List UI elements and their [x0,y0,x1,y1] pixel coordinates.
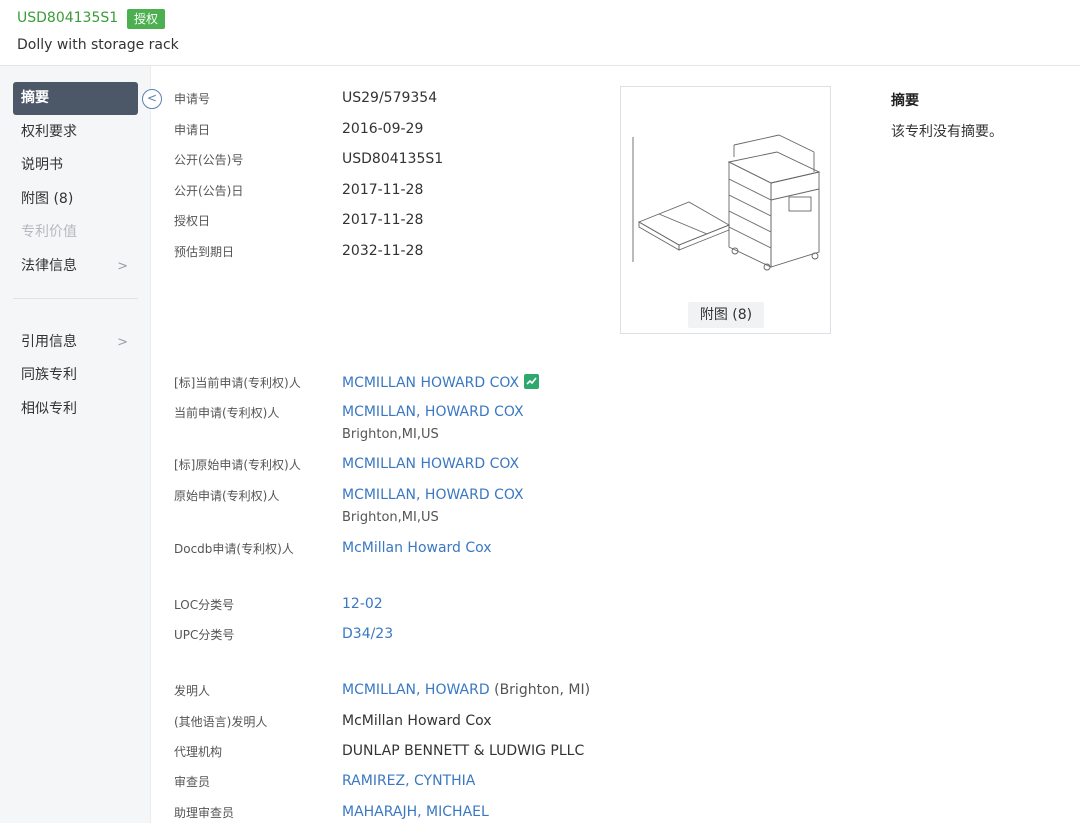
sidebar-item-abstract[interactable]: 摘要 [13,82,138,115]
page-header: USD804135S1 授权 Dolly with storage rack [0,0,1080,66]
field-label: [标]当前申请(专利权)人 [174,376,301,390]
abstract-heading: 摘要 [891,93,919,109]
loc-class-link[interactable]: 12-02 [342,596,383,612]
sidebar-item-label: 摘要 [21,90,49,106]
current-applicant-std-link[interactable]: MCMILLAN HOWARD COX [342,374,540,391]
examiner-link[interactable]: RAMIREZ, CYNTHIA [342,773,475,789]
sidebar-item-description[interactable]: 说明书 [13,149,138,182]
inventor-row: MCMILLAN, HOWARD (Brighton, MI) [342,682,590,698]
field-label: 审查员 [174,775,211,789]
publication-number-value: USD804135S1 [342,151,444,167]
sidebar-item-patent-value: 专利价值 [13,216,138,249]
publication-number: USD804135S1 [17,10,119,26]
application-date: 2016-09-29 [342,121,424,137]
patent-title: Dolly with storage rack [17,37,179,53]
field-label: 公开(公告)日 [174,184,244,198]
sidebar-item-legal-info[interactable]: 法律信息 > [13,250,138,283]
inventor-location: (Brighton, MI) [494,682,591,698]
sidebar-item-label: 同族专利 [21,367,77,383]
field-label: Docdb申请(专利权)人 [174,542,294,556]
sidebar-item-label: 附图 (8) [21,191,74,207]
sidebar-divider [13,298,138,299]
abstract-text: 该专利没有摘要。 [891,124,1003,140]
inventor-link[interactable]: MCMILLAN, HOWARD [342,682,490,698]
field-label: 代理机构 [174,745,223,759]
sidebar: 摘要 权利要求 说明书 附图 (8) 专利价值 法律信息 > 引用信息 > 同族专利… [0,66,151,823]
application-number: US29/579354 [342,90,438,106]
chevron-right-icon: > [117,335,128,350]
verified-icon [524,374,540,389]
sidebar-item-label: 引用信息 [21,334,77,350]
docdb-applicant-link[interactable]: McMillan Howard Cox [342,540,492,556]
publication-date: 2017-11-28 [342,182,424,198]
other-language-inventor: McMillan Howard Cox [342,713,492,729]
sidebar-item-similar[interactable]: 相似专利 [13,393,138,426]
agency: DUNLAP BENNETT & LUDWIG PLLC [342,743,585,759]
field-label: 原始申请(专利权)人 [174,489,280,503]
sidebar-item-label: 相似专利 [21,401,77,417]
sidebar-item-label: 法律信息 [21,258,77,274]
sidebar-item-claims[interactable]: 权利要求 [13,116,138,149]
chevron-right-icon: > [117,259,128,274]
sidebar-item-label: 说明书 [21,157,63,173]
applicant-address: Brighton,MI,US [342,510,439,525]
field-label: 当前申请(专利权)人 [174,406,280,420]
sidebar-item-citations[interactable]: 引用信息 > [13,326,138,359]
figures-button[interactable]: 附图 (8) [688,302,764,328]
field-label: 申请号 [174,92,211,106]
collapse-sidebar-button[interactable]: < [142,89,162,109]
applicant-name: MCMILLAN HOWARD COX [342,375,520,391]
field-label: 授权日 [174,214,211,228]
original-applicant-std-link[interactable]: MCMILLAN HOWARD COX [342,456,519,472]
field-label: 发明人 [174,684,211,698]
field-label: UPC分类号 [174,628,235,642]
field-label: 预估到期日 [174,245,235,259]
grant-date: 2017-11-28 [342,212,424,228]
sidebar-item-label: 权利要求 [21,124,77,140]
patent-drawing-image [632,134,821,271]
field-label: (其他语言)发明人 [174,715,268,729]
field-label: [标]原始申请(专利权)人 [174,458,301,472]
field-label: 助理审查员 [174,806,235,820]
original-applicant-link[interactable]: MCMILLAN, HOWARD COX [342,487,524,503]
field-label: 公开(公告)号 [174,153,244,167]
figure-preview-card[interactable]: 附图 (8) [620,86,831,334]
expiry-date: 2032-11-28 [342,243,424,259]
upc-class-link[interactable]: D34/23 [342,626,393,642]
chevron-left-icon: < [146,91,158,105]
sidebar-item-label: 专利价值 [21,224,77,240]
current-applicant-link[interactable]: MCMILLAN, HOWARD COX [342,404,524,420]
sidebar-item-family[interactable]: 同族专利 [13,359,138,392]
status-badge: 授权 [127,9,166,29]
assistant-examiner-link[interactable]: MAHARAJH, MICHAEL [342,804,489,820]
field-label: LOC分类号 [174,598,235,612]
sidebar-item-figures[interactable]: 附图 (8) [13,183,138,216]
applicant-address: Brighton,MI,US [342,427,439,442]
field-label: 申请日 [174,123,211,137]
